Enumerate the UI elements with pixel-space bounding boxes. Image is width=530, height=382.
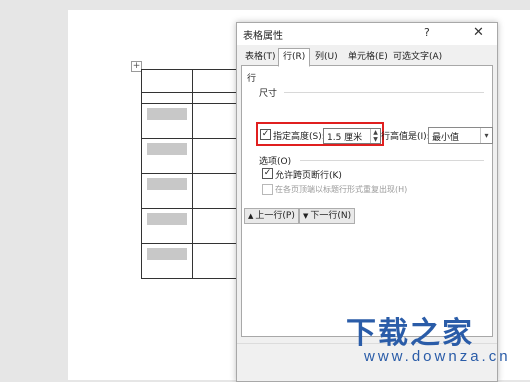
tab-cell[interactable]: 单元格(E)	[344, 49, 392, 65]
table-cell[interactable]	[141, 69, 193, 93]
previous-row-button[interactable]: ▲ 上一行(P)	[244, 208, 299, 224]
arrow-down-icon: ▼	[303, 212, 309, 220]
watermark-url: www.downza.cn	[364, 348, 511, 365]
table-cell[interactable]	[141, 208, 193, 244]
options-separator	[300, 160, 484, 161]
help-button[interactable]: ?	[424, 26, 430, 39]
table-cell[interactable]	[141, 92, 193, 104]
dialog-titlebar[interactable]: 表格属性 ? ✕	[237, 23, 497, 45]
options-section-heading: 选项(O)	[259, 157, 292, 167]
row-height-stepper[interactable]: 1.5 厘米 ▲ ▼	[323, 128, 381, 144]
shaded-content	[147, 248, 187, 260]
close-button[interactable]: ✕	[473, 25, 484, 40]
allow-break-label: 允许跨页断行(K)	[275, 171, 342, 181]
chevron-down-icon[interactable]: ▾	[480, 128, 492, 143]
specify-height-label: 指定高度(S):	[273, 132, 325, 142]
shaded-content	[147, 143, 187, 155]
dialog-title: 表格属性	[243, 31, 283, 42]
repeat-header-label: 在各页顶端以标题行形式重复出现(H)	[275, 185, 408, 194]
tab-row[interactable]: 行(R)	[278, 48, 311, 67]
shaded-content	[147, 213, 187, 225]
specify-height-checkbox[interactable]: ✓	[260, 129, 271, 140]
size-section-heading: 尺寸	[259, 89, 278, 99]
size-separator	[284, 92, 484, 93]
row-height-rule-select[interactable]: 最小值 ▾	[428, 127, 493, 144]
spin-up-icon[interactable]: ▲	[373, 129, 378, 136]
spin-down-icon[interactable]: ▼	[373, 136, 378, 143]
table-cell[interactable]	[141, 103, 193, 139]
table-cell[interactable]	[141, 138, 193, 174]
row-tab-panel: 行 尺寸 ✓ 指定高度(S): 1.5 厘米 ▲ ▼ 行高值是(I): 最小值 ▾…	[241, 65, 493, 337]
row-height-is-label: 行高值是(I):	[381, 132, 430, 142]
tab-table[interactable]: 表格(T)	[241, 49, 280, 65]
row-section-heading: 行	[247, 74, 257, 84]
watermark-logo: 下载之家	[346, 316, 474, 351]
next-row-button[interactable]: ▼ 下一行(N)	[299, 208, 356, 224]
shaded-content	[147, 108, 187, 120]
row-height-rule-value: 最小值	[432, 133, 460, 143]
spin-buttons[interactable]: ▲ ▼	[370, 129, 380, 143]
table-cell[interactable]	[141, 243, 193, 279]
tab-column[interactable]: 列(U)	[311, 49, 342, 65]
tab-alt-text[interactable]: 可选文字(A)	[389, 49, 446, 65]
row-height-value: 1.5 厘米	[327, 133, 363, 143]
downza-watermark: 下载之家 www.downza.cn	[342, 308, 508, 372]
arrow-up-icon: ▲	[248, 212, 254, 220]
table-cell[interactable]	[141, 173, 193, 209]
repeat-header-checkbox[interactable]	[262, 184, 273, 195]
shaded-content	[147, 178, 187, 190]
allow-break-checkbox[interactable]: ✓	[262, 168, 273, 179]
